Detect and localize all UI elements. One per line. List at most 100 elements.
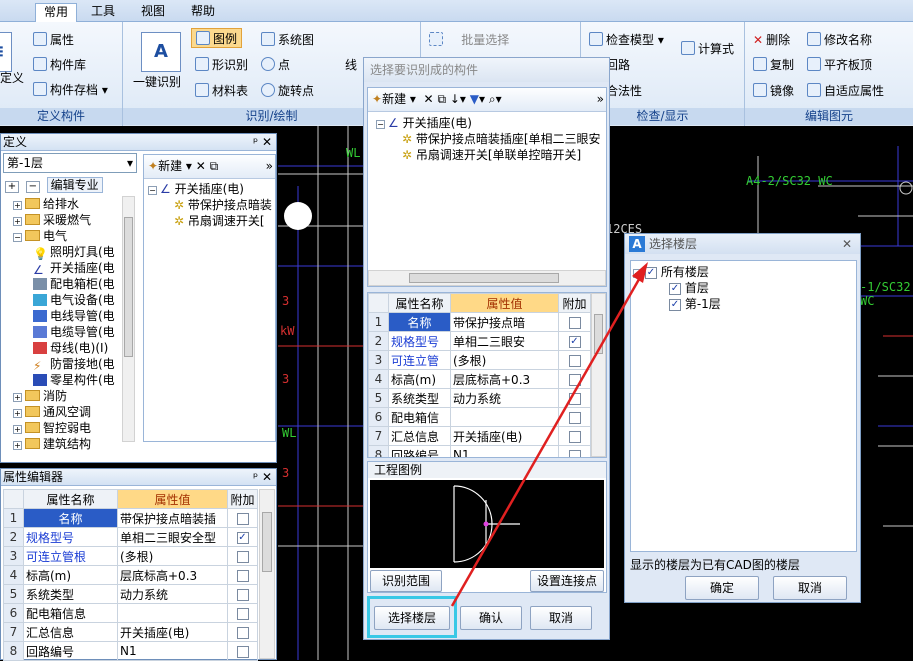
component-lib-button[interactable]: 构件库 <box>33 55 86 75</box>
cancel-button[interactable]: 取消 <box>530 606 592 630</box>
floor-tree-item[interactable]: ✓ 首层 <box>631 280 856 296</box>
property-value[interactable]: 层底标高+0.3 <box>117 565 228 585</box>
table-row[interactable]: 7 汇总信息 开关插座(电) <box>3 622 258 642</box>
extra-checkbox[interactable] <box>236 626 249 639</box>
floor-tree-item[interactable]: − ✓ 所有楼层 <box>631 261 856 280</box>
define-button[interactable]: ≡ <box>0 32 12 72</box>
property-value[interactable]: 开关插座(电) <box>117 622 228 642</box>
delete-icon[interactable]: ✕ <box>424 92 434 106</box>
table-row[interactable]: 5 系统类型 动力系统 <box>3 584 258 604</box>
extra-checkbox-cell[interactable]: ✓ <box>227 527 258 547</box>
tab-help[interactable]: 帮助 <box>183 3 223 22</box>
scroll-thumb[interactable] <box>262 512 272 572</box>
select-floor-button[interactable]: 选择楼层 <box>374 606 450 630</box>
extra-checkbox-cell[interactable] <box>558 407 591 427</box>
extra-checkbox-cell[interactable] <box>227 508 258 528</box>
property-scrollbar[interactable] <box>259 489 275 659</box>
floor-tree-item[interactable]: ✓ 第-1层 <box>631 296 856 312</box>
extra-checkbox-cell[interactable] <box>558 445 591 457</box>
property-scrollbar[interactable] <box>591 293 606 457</box>
property-value[interactable]: 单相二三眼安 <box>450 331 559 351</box>
extra-checkbox[interactable] <box>236 607 249 620</box>
copy-button[interactable]: 复制 <box>753 55 794 75</box>
extra-checkbox[interactable] <box>568 354 581 367</box>
batch-select-button[interactable]: 批量选择 <box>429 30 509 50</box>
scroll-thumb[interactable] <box>409 273 559 283</box>
extra-checkbox-cell[interactable] <box>558 312 591 332</box>
table-row[interactable]: 4 标高(m) 层底标高+0.3 <box>3 565 258 585</box>
tree-item[interactable]: 配电箱柜(电 <box>13 276 121 292</box>
rotate-point-button[interactable]: 旋转点 <box>261 81 314 101</box>
extra-checkbox-cell[interactable]: ✓ <box>558 331 591 351</box>
property-value[interactable]: 带保护接点暗装插 <box>117 508 228 528</box>
property-value[interactable] <box>117 603 228 623</box>
table-row[interactable]: 4 标高(m) 层底标高+0.3 <box>368 369 591 389</box>
table-row[interactable]: 2 规格型号 单相二三眼安全型 ✓ <box>3 527 258 547</box>
property-value[interactable]: N1 <box>117 641 228 661</box>
extra-checkbox-cell[interactable] <box>227 546 258 566</box>
extra-checkbox[interactable] <box>568 430 581 443</box>
scroll-thumb[interactable] <box>124 217 133 357</box>
tree-item[interactable]: + 智控弱电 <box>13 420 121 436</box>
point-button[interactable]: 点 <box>261 55 290 75</box>
property-value[interactable]: N1 <box>450 445 559 457</box>
ok-button[interactable]: 确定 <box>685 576 759 600</box>
one-key-recognize-button[interactable]: 一键识别 <box>133 72 181 92</box>
list-item[interactable]: ✲ 带保护接点暗装 <box>148 197 275 213</box>
table-row[interactable]: 3 可连立管根 (多根) <box>3 546 258 566</box>
floor-select[interactable]: 第-1层 ▾ <box>3 153 137 173</box>
align-top-button[interactable]: 平齐板顶 <box>807 55 872 75</box>
extra-checkbox-cell[interactable] <box>227 622 258 642</box>
tree-item[interactable]: 母线(电)(I) <box>13 340 121 356</box>
collapse-all-icon[interactable]: − <box>25 181 40 193</box>
close-icon[interactable]: ✕ <box>842 234 852 254</box>
new-button[interactable]: 新建 <box>158 159 182 173</box>
sort-icon[interactable]: ↓ <box>450 92 460 106</box>
property-value[interactable]: (多根) <box>450 350 559 370</box>
extra-checkbox-cell[interactable] <box>227 603 258 623</box>
shape-recognize-button[interactable]: 形识别 <box>195 55 248 75</box>
extra-checkbox[interactable] <box>568 373 581 386</box>
legend-button[interactable]: 图例 <box>191 28 243 48</box>
table-row[interactable]: 8 回路编号 N1 <box>3 641 258 661</box>
extra-checkbox-cell[interactable] <box>558 388 591 408</box>
property-value[interactable]: 动力系统 <box>450 388 559 408</box>
extra-checkbox[interactable]: ✓ <box>568 335 581 348</box>
tree-item[interactable]: + 采暖燃气 <box>13 212 121 228</box>
extra-checkbox[interactable] <box>236 550 249 563</box>
tree-item[interactable]: + 给排水 <box>13 196 121 212</box>
component-archive-button[interactable]: 构件存档 ▾ <box>33 80 108 100</box>
confirm-button[interactable]: 确认 <box>460 606 522 630</box>
delete-icon[interactable]: ✕ <box>196 159 206 173</box>
table-row[interactable]: 2 规格型号 单相二三眼安 ✓ <box>368 331 591 351</box>
tree-item[interactable]: − 电气 <box>13 228 121 244</box>
edit-profession-button[interactable]: 编辑专业 <box>46 177 103 193</box>
adaptive-attr-button[interactable]: 自适应属性 <box>807 81 884 101</box>
tree-item[interactable]: 电线导管(电 <box>13 308 121 324</box>
tree-item[interactable]: 💡 照明灯具(电 <box>13 244 121 260</box>
extra-checkbox-cell[interactable] <box>558 350 591 370</box>
check-model-button[interactable]: 检查模型 ▾ <box>589 30 664 50</box>
rename-button[interactable]: 修改名称 <box>807 30 872 50</box>
tab-view[interactable]: 视图 <box>133 3 173 22</box>
tree-item[interactable]: ✲ 吊扇调速开关[单联单控暗开关] <box>376 147 606 163</box>
scroll-thumb[interactable] <box>594 314 603 354</box>
extra-checkbox-cell[interactable] <box>227 565 258 585</box>
list-item[interactable]: − ∠ 开关插座(电) <box>148 181 275 197</box>
h-scrollbar[interactable] <box>368 270 606 286</box>
tree-item[interactable]: + 建筑结构 <box>13 436 121 452</box>
line-button[interactable]: 线 <box>345 55 357 75</box>
tab-common[interactable]: 常用 <box>35 3 78 22</box>
table-row[interactable]: 1 名称 带保护接点暗 <box>368 312 591 332</box>
table-row[interactable]: 7 汇总信息 开关插座(电) <box>368 426 591 446</box>
extra-checkbox[interactable] <box>568 449 581 457</box>
tree-item[interactable]: + 消防 <box>13 388 121 404</box>
extra-checkbox[interactable] <box>236 588 249 601</box>
mirror-button[interactable]: 镜像 <box>753 81 794 101</box>
set-connect-point-button[interactable]: 设置连接点 <box>530 570 604 592</box>
extra-checkbox[interactable] <box>568 411 581 424</box>
checkbox-floor-1[interactable]: ✓ <box>669 282 681 295</box>
extra-checkbox[interactable] <box>236 645 249 658</box>
material-table-button[interactable]: 材料表 <box>195 81 248 101</box>
table-row[interactable]: 6 配电箱信 <box>368 407 591 427</box>
